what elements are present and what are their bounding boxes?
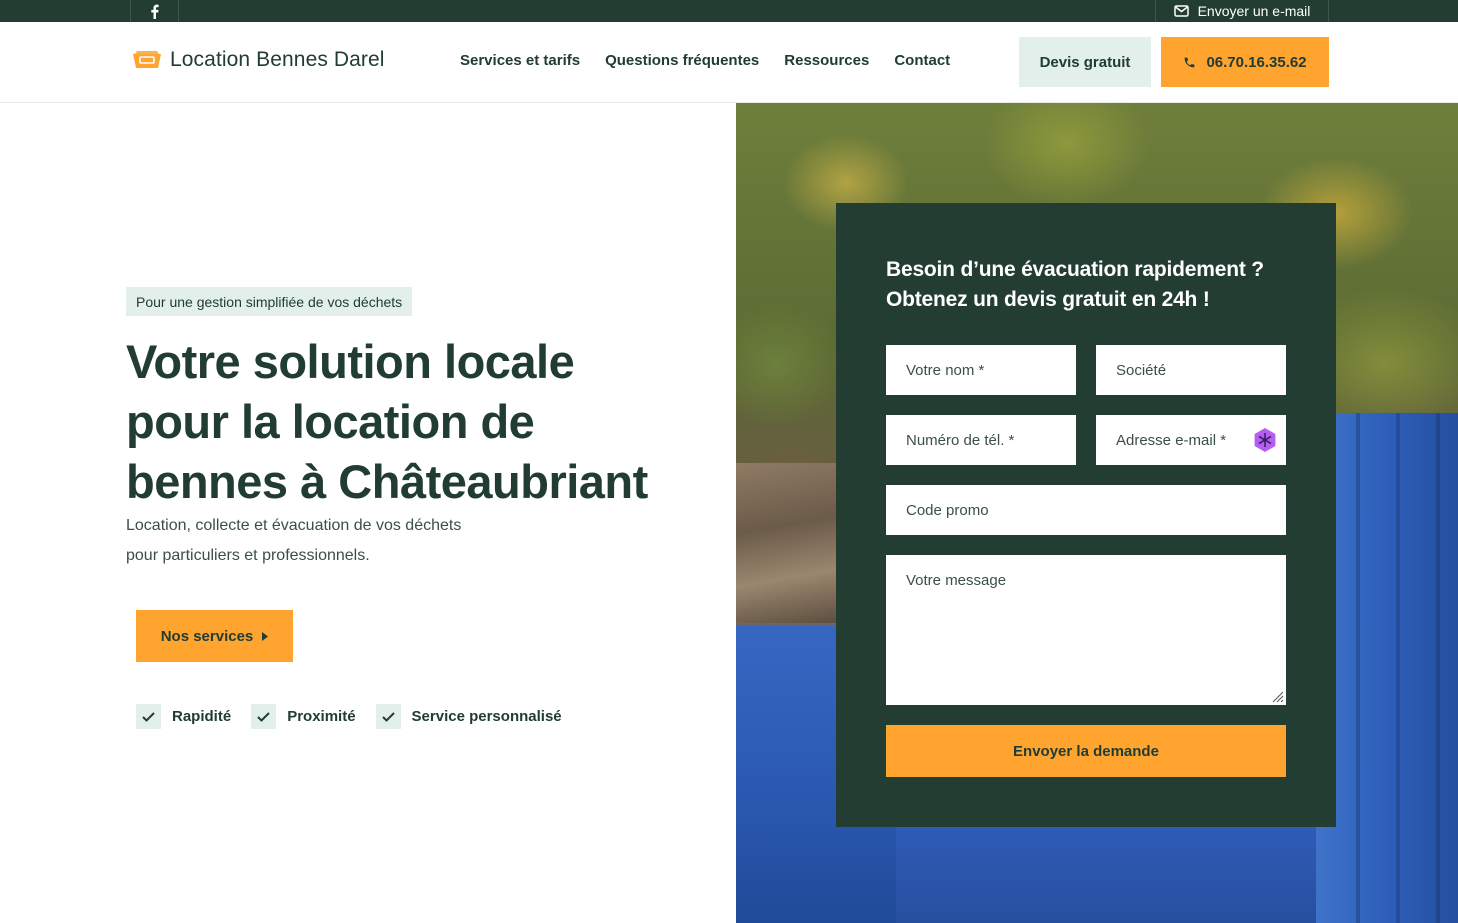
check-icon xyxy=(136,704,161,729)
feature-label: Proximité xyxy=(287,708,356,725)
message-textarea[interactable]: Votre message xyxy=(886,555,1286,705)
feature-label: Rapidité xyxy=(172,708,232,725)
envelope-icon xyxy=(1173,5,1189,17)
dumpster-icon xyxy=(133,51,161,68)
nav-questions-frequentes[interactable]: Questions fréquentes xyxy=(605,52,759,69)
form-title: Besoin d’une évacuation rapidement ? Obt… xyxy=(886,258,1264,311)
email-link[interactable]: Envoyer un e-mail xyxy=(1155,0,1329,22)
phone-field[interactable]: Numéro de tél. * xyxy=(886,415,1076,465)
brand-logo[interactable]: Location Bennes Darel xyxy=(131,48,385,72)
free-quote-button[interactable]: Devis gratuit xyxy=(1019,37,1151,87)
main-nav: Services et tarifs Questions fréquentes … xyxy=(460,52,950,69)
nav-contact[interactable]: Contact xyxy=(894,52,950,69)
feature-item: Proximité xyxy=(251,704,356,729)
photo-wood-debris xyxy=(736,463,836,623)
hero-title: Votre solution locale pour la location d… xyxy=(126,335,648,508)
company-field[interactable]: Société xyxy=(1096,345,1286,395)
phone-number: 06.70.16.35.62 xyxy=(1206,53,1307,71)
email-field-placeholder: Adresse e-mail * xyxy=(1116,431,1227,449)
nav-services-et-tarifs[interactable]: Services et tarifs xyxy=(460,52,580,69)
nav-ressources[interactable]: Ressources xyxy=(784,52,869,69)
feature-item: Service personnalisé xyxy=(375,704,562,729)
browser-extension-icon[interactable] xyxy=(1252,427,1278,453)
email-link-label: Envoyer un e-mail xyxy=(1197,3,1311,19)
check-icon xyxy=(251,704,277,729)
promo-code-field[interactable]: Code promo xyxy=(886,485,1286,535)
facebook-link[interactable] xyxy=(130,0,179,22)
quote-form: Besoin d’une évacuation rapidement ? Obt… xyxy=(836,203,1336,827)
email-field[interactable]: Adresse e-mail * xyxy=(1096,415,1286,465)
name-field[interactable]: Votre nom * xyxy=(886,345,1076,395)
facebook-icon xyxy=(151,4,159,19)
resize-handle-icon[interactable] xyxy=(1270,689,1284,703)
submit-button[interactable]: Envoyer la demande xyxy=(886,725,1286,777)
top-bar: Envoyer un e-mail xyxy=(0,0,1458,22)
feature-label: Service personnalisé xyxy=(411,708,562,725)
caret-right-icon xyxy=(262,631,269,641)
hero-subtitle: Location, collecte et évacuation de vos … xyxy=(126,517,462,564)
feature-item: Rapidité xyxy=(136,704,231,729)
brand-name: Location Bennes Darel xyxy=(170,48,385,71)
phone-icon xyxy=(1185,57,1195,67)
check-icon xyxy=(375,704,401,729)
site-header: Location Bennes Darel Services et tarifs… xyxy=(0,22,1458,103)
message-placeholder: Votre message xyxy=(906,572,1007,589)
photo-blue-bin-right xyxy=(1316,413,1458,923)
phone-button[interactable]: 06.70.16.35.62 xyxy=(1161,37,1329,87)
hero-tagline: Pour une gestion simplifiée de vos déche… xyxy=(126,287,413,316)
our-services-button[interactable]: Nos services xyxy=(136,610,293,662)
feature-list: Rapidité Proximité Service personnalisé xyxy=(136,704,562,729)
our-services-label: Nos services xyxy=(160,627,254,645)
